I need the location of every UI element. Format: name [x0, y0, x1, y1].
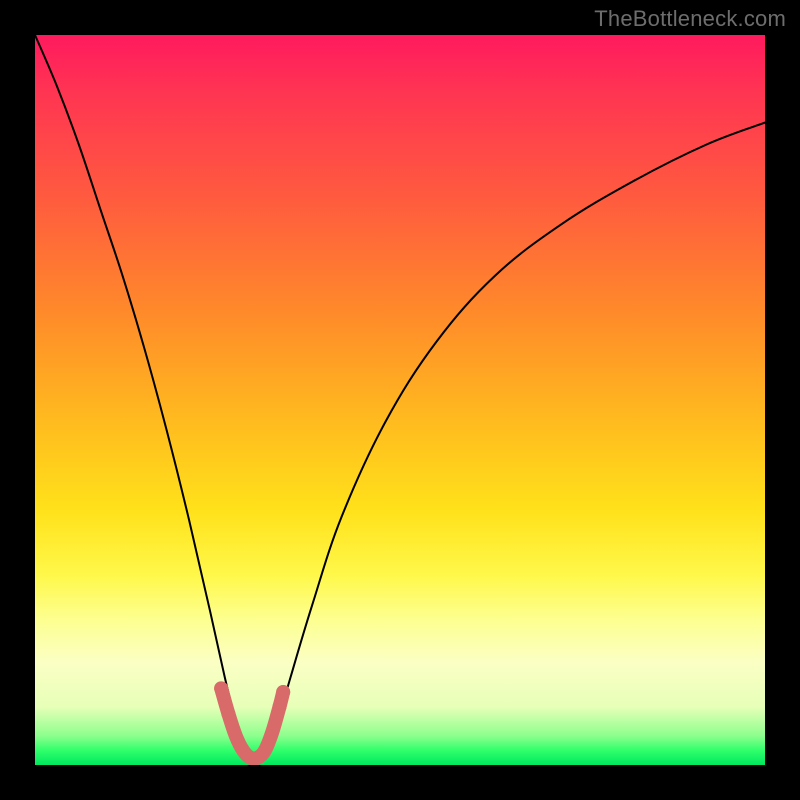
bottleneck-curve-path [35, 35, 765, 762]
chart-frame: TheBottleneck.com [0, 0, 800, 800]
highlight-band-path [221, 688, 283, 758]
highlight-dot [221, 707, 235, 721]
plot-area [35, 35, 765, 765]
highlight-dot [276, 685, 290, 699]
highlight-dot [273, 700, 287, 714]
highlight-dot [214, 681, 228, 695]
curve-layer [35, 35, 765, 765]
watermark-text: TheBottleneck.com [594, 6, 786, 32]
